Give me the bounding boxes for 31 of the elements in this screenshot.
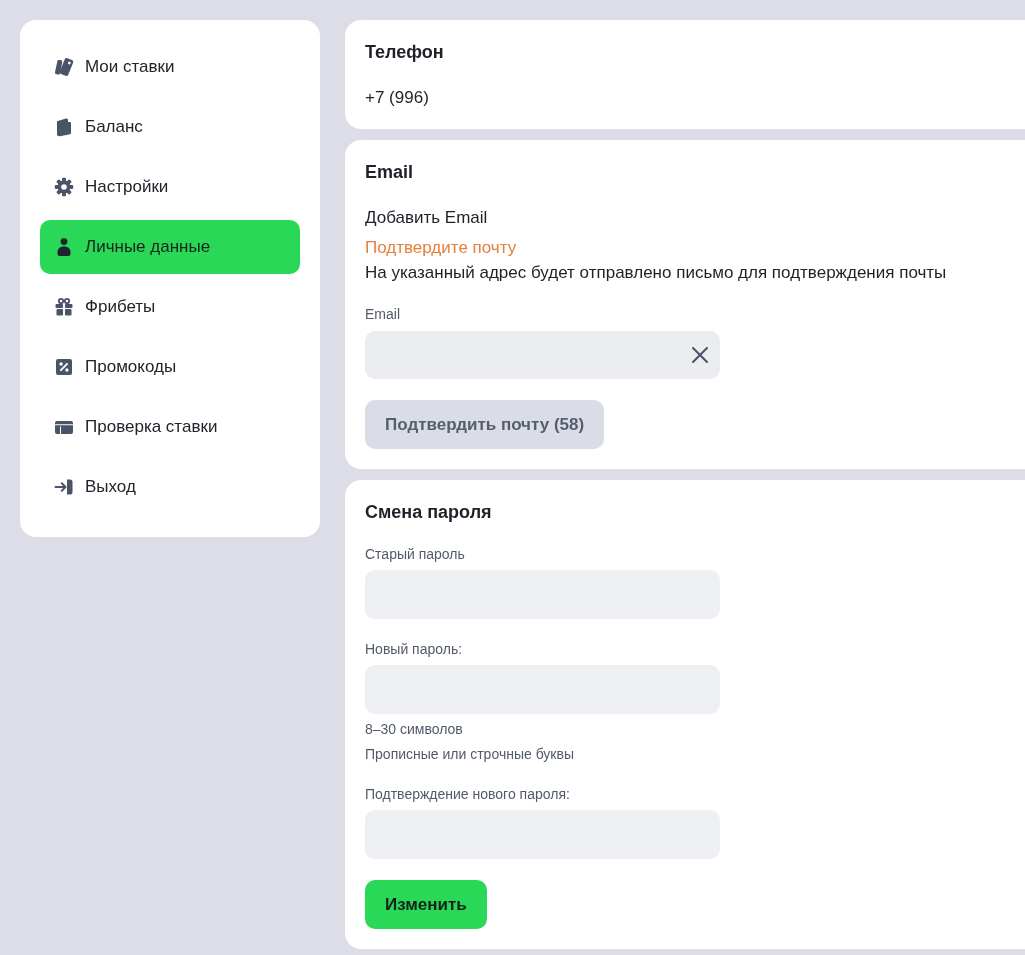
field-label: Новый пароль: [365, 640, 463, 659]
confirm-email-warning: Подтвердите почту [365, 237, 517, 259]
field-label: Подтверждение нового пароля: [365, 785, 570, 804]
gift-icon [54, 297, 74, 317]
logout-icon [54, 477, 74, 497]
wallet-icon [54, 117, 74, 137]
tickets-icon [54, 57, 74, 77]
sidebar-item[interactable]: Фрибеты [40, 280, 300, 334]
percent-icon [54, 357, 74, 377]
gear-icon [54, 177, 74, 197]
field-label: Email [365, 305, 400, 324]
sidebar-item[interactable]: Проверка ставки [40, 400, 300, 454]
sidebar-item[interactable]: Личные данные [40, 220, 300, 274]
sidebar-item[interactable]: Промокоды [40, 340, 300, 394]
password-hint: Прописные или строчные буквы [365, 745, 574, 764]
sidebar-item[interactable]: Мои ставки [40, 40, 300, 94]
email-description: На указанный адрес будет отправлено письмо для подтверждения почты [365, 262, 947, 284]
phone-number: +7 (996) [365, 87, 430, 109]
sidebar-item[interactable]: Выход [40, 460, 300, 514]
email-field[interactable] [365, 331, 720, 379]
card-title: Смена пароля [365, 501, 492, 524]
sidebar-item[interactable]: Баланс [40, 100, 300, 154]
add-email-text: Добавить Email [365, 207, 488, 229]
sidebar-item[interactable]: Настройки [40, 160, 300, 214]
field-label: Старый пароль [365, 545, 465, 564]
card-title: Email [365, 161, 414, 184]
card-title: Телефон [365, 41, 445, 64]
password-hint: 8–30 символов [365, 720, 463, 739]
change-password-button[interactable]: Изменить [365, 880, 487, 929]
close-icon[interactable] [692, 347, 708, 363]
person-icon [54, 237, 74, 257]
